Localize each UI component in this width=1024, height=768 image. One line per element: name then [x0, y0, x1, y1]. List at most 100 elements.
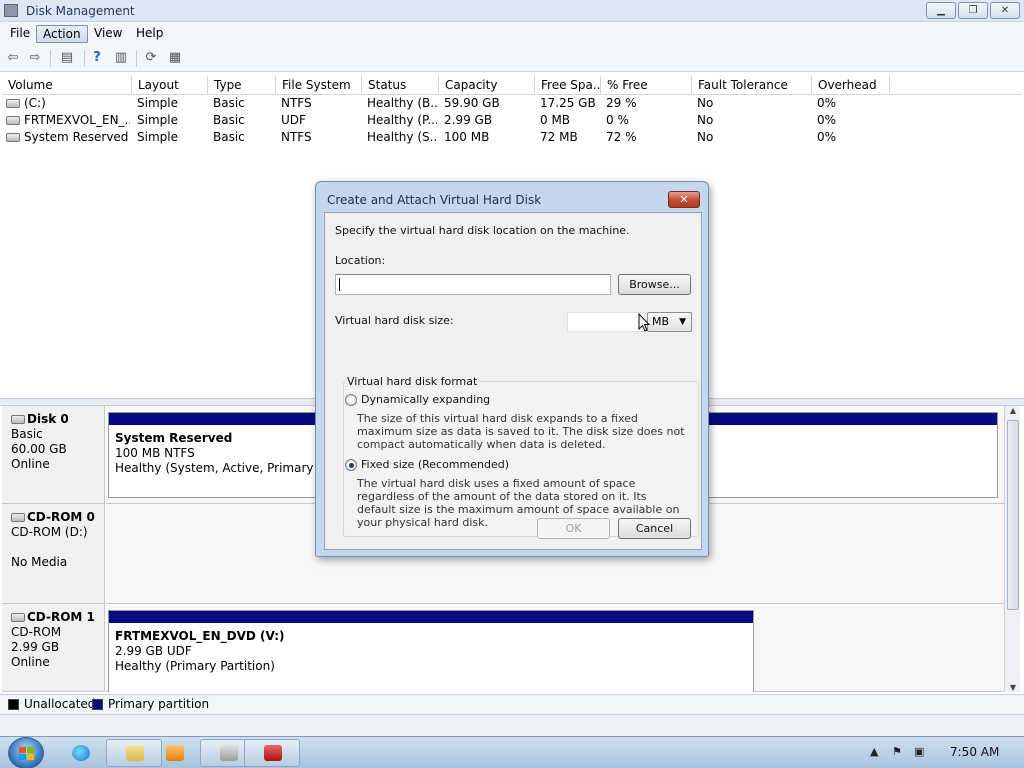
size-input[interactable] [567, 312, 645, 332]
volume-file-system: NTFS [281, 96, 312, 110]
column-layout[interactable]: Layout [132, 76, 208, 95]
menu-action[interactable]: Action [36, 25, 88, 43]
clock[interactable]: 7:50 AM [950, 745, 999, 759]
volume-name: FRTMEXVOL_EN_... [24, 113, 130, 127]
column-type[interactable]: Type [208, 76, 276, 95]
browse-button[interactable]: Browse... [618, 274, 691, 295]
column-free-space[interactable]: Free Spa... [535, 76, 601, 95]
volume-status: Healthy (S... [367, 130, 437, 144]
disk-name: CD-ROM 1 [27, 610, 95, 624]
menu-view[interactable]: View [88, 25, 128, 43]
show-hidden-icons-button[interactable]: ▲ [870, 745, 878, 758]
taskbar: ▲ ⚑ ▣ 7:50 AM [0, 736, 1024, 768]
cd-rom-icon [11, 513, 25, 522]
table-row[interactable]: (C:) Simple Basic NTFS Healthy (B... 59.… [2, 95, 1022, 112]
column-file-system[interactable]: File System [276, 76, 362, 95]
column-overhead[interactable]: Overhead [812, 76, 890, 95]
volume-layout: Simple [137, 96, 178, 110]
toolbar-separator [136, 50, 137, 67]
properties-icon[interactable]: ▤ [58, 50, 76, 66]
disk-type: CD-ROM (D:) [11, 525, 88, 539]
location-label: Location: [335, 254, 386, 267]
scroll-up-icon[interactable]: ▲ [1008, 406, 1018, 415]
fixed-option-label[interactable]: Fixed size (Recommended) [361, 458, 509, 471]
refresh-icon[interactable]: ⟳ [142, 50, 160, 66]
column-percent-free[interactable]: % Free [601, 76, 692, 95]
toolbar: ⇦ ⇨ ▤ ? ▥ ⟳ ▦ [0, 44, 1024, 72]
unallocated-swatch [8, 699, 19, 710]
start-button[interactable] [8, 737, 44, 768]
volume-capacity: 59.90 GB [444, 96, 500, 110]
menu-help[interactable]: Help [130, 25, 169, 43]
size-unit-select[interactable]: MB ▼ [647, 312, 692, 332]
dropdown-arrow-icon: ▼ [679, 317, 686, 327]
dialog-close-button[interactable]: ✕ [668, 191, 700, 208]
action-center-flag-icon[interactable]: ⚑ [892, 745, 902, 758]
taskbar-toolbox-button[interactable] [244, 739, 300, 767]
disk-size: 60.00 GB [11, 442, 67, 456]
disk-pane-scrollbar[interactable]: ▲ ▼ [1004, 406, 1020, 692]
disk-state: Online [11, 655, 50, 669]
volume-list-header: Volume Layout Type File System Status Ca… [2, 76, 1022, 95]
column-fault-tolerance[interactable]: Fault Tolerance [692, 76, 812, 95]
scrollbar-thumb[interactable] [1007, 420, 1019, 610]
rescan-disks-icon[interactable]: ▦ [166, 50, 184, 66]
restore-button[interactable]: ❐ [958, 2, 988, 19]
disk-name: CD-ROM 0 [27, 510, 95, 524]
volume-percent-free: 0 % [606, 113, 629, 127]
dynamic-option-label[interactable]: Dynamically expanding [361, 393, 490, 406]
forward-arrow-icon[interactable]: ⇨ [26, 50, 44, 66]
drive-icon [6, 133, 20, 142]
drive-icon [6, 99, 20, 108]
help-icon[interactable]: ? [88, 50, 106, 66]
create-vhd-dialog: Create and Attach Virtual Hard Disk ✕ Sp… [315, 181, 709, 557]
toolbox-icon [264, 745, 282, 761]
disk-label[interactable]: CD-ROM 0 CD-ROM (D:) No Media [2, 504, 105, 604]
close-window-button[interactable]: ✕ [990, 2, 1020, 19]
cancel-button[interactable]: Cancel [618, 518, 691, 539]
volume-capacity: 100 MB [444, 130, 490, 144]
column-status[interactable]: Status [362, 76, 439, 95]
size-label: Virtual hard disk size: [335, 314, 454, 327]
legend-unallocated: Unallocated [24, 697, 96, 711]
partition-frtmexvol[interactable]: FRTMEXVOL_EN_DVD (V:) 2.99 GB UDF Health… [108, 610, 754, 692]
minimize-button[interactable]: ▁ [926, 2, 956, 19]
disk-type: Basic [11, 427, 43, 441]
fixed-size-radio[interactable] [345, 459, 357, 471]
disk-size: 2.99 GB [11, 640, 60, 654]
primary-partition-swatch [92, 699, 103, 710]
table-row[interactable]: System Reserved Simple Basic NTFS Health… [2, 129, 1022, 146]
partition-info: 2.99 GB UDF [115, 644, 192, 658]
disk-type: CD-ROM [11, 625, 62, 639]
volume-free-space: 17.25 GB [540, 96, 596, 110]
title-bar: Disk Management ▁ ❐ ✕ [0, 0, 1024, 22]
show-hide-console-tree-icon[interactable]: ▥ [112, 50, 130, 66]
computer-management-icon [220, 745, 238, 761]
toolbar-separator [50, 50, 51, 67]
taskbar-edge-button[interactable] [52, 739, 108, 767]
scroll-down-icon[interactable]: ▼ [1008, 683, 1018, 692]
partition-name: FRTMEXVOL_EN_DVD (V:) [115, 629, 285, 643]
ok-button[interactable]: OK [537, 518, 610, 539]
dynamic-radio[interactable] [345, 394, 357, 406]
volume-type: Basic [213, 113, 245, 127]
volume-status: Healthy (P... [367, 113, 437, 127]
taskbar-media-player-button[interactable] [146, 739, 202, 767]
menu-file[interactable]: File [4, 25, 36, 43]
disk-row[interactable]: CD-ROM 1 CD-ROM 2.99 GB Online FRTMEXVOL… [2, 604, 1004, 692]
disk-label[interactable]: CD-ROM 1 CD-ROM 2.99 GB Online [2, 604, 105, 692]
back-arrow-icon[interactable]: ⇦ [4, 50, 22, 66]
volume-fault-tolerance: No [697, 130, 714, 144]
edge-icon [72, 745, 90, 761]
disk-label[interactable]: Disk 0 Basic 60.00 GB Online [2, 406, 105, 504]
column-capacity[interactable]: Capacity [439, 76, 535, 95]
volume-free-space: 72 MB [540, 130, 578, 144]
text-caret [339, 278, 340, 291]
network-icon[interactable]: ▣ [914, 745, 924, 758]
partition-status: Healthy (Primary Partition) [115, 659, 275, 673]
volume-fault-tolerance: No [697, 113, 714, 127]
volume-overhead: 0% [817, 96, 837, 110]
table-row[interactable]: FRTMEXVOL_EN_... Simple Basic UDF Health… [2, 112, 1022, 129]
column-volume[interactable]: Volume [2, 76, 132, 95]
location-input[interactable] [335, 274, 611, 295]
